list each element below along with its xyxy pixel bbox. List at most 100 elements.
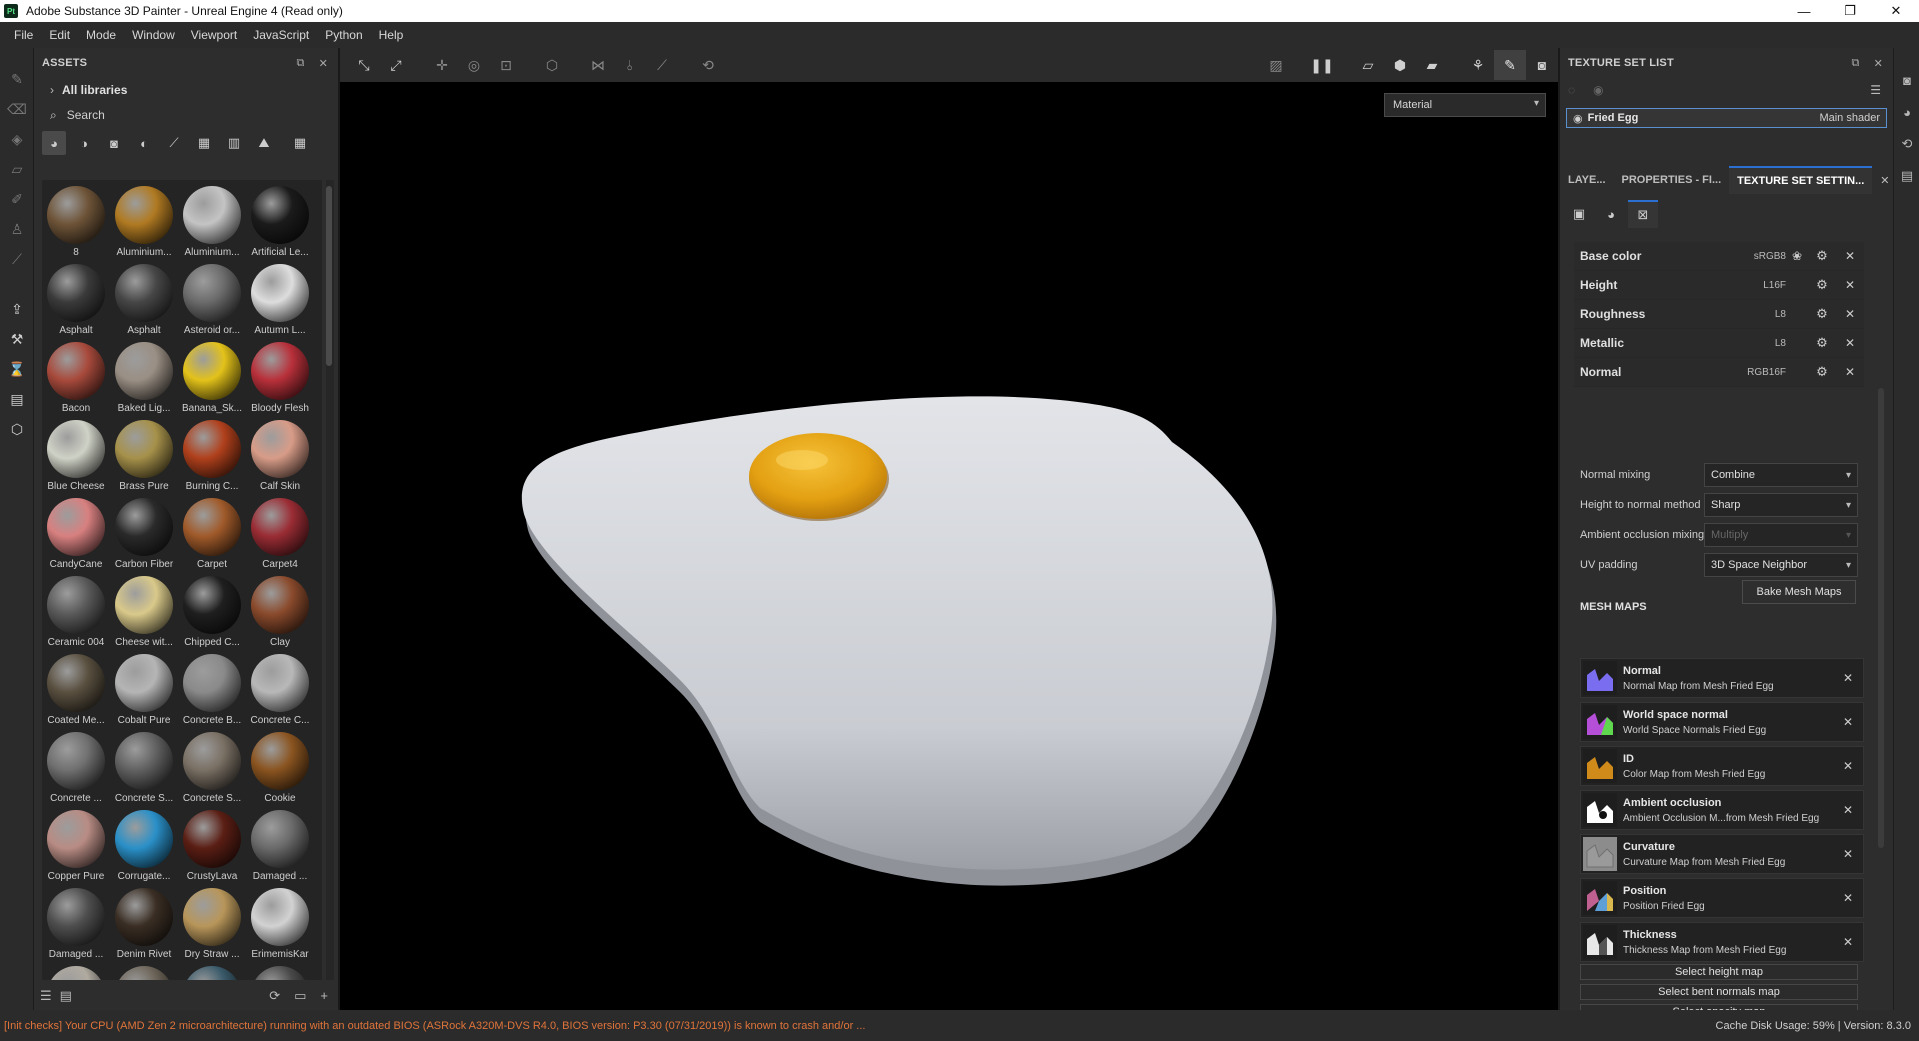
asset-tile[interactable]: Burning C... [178,418,246,496]
mesh-map-row[interactable]: Thickness Thickness Map from Mesh Fried E… [1580,922,1864,962]
align-icon[interactable]: ⫰ [614,50,646,80]
scrollbar-thumb[interactable] [1878,388,1884,848]
asset-tile[interactable] [178,964,246,980]
transform-icon[interactable]: ⤡ [348,50,380,80]
mesh-map-row[interactable]: Position Position Fried Egg ✕ [1580,878,1864,918]
asset-tile[interactable]: Blue Cheese [42,418,110,496]
asset-tile[interactable]: ErimemisKar [246,886,314,964]
menu-help[interactable]: Help [371,28,412,42]
menu-viewport[interactable]: Viewport [183,28,245,42]
mesh-map-row[interactable]: World space normal World Space Normals Fr… [1580,702,1864,742]
float-panel-icon[interactable]: ⧉ [297,57,305,70]
masks-filter-icon[interactable]: ◙ [102,131,126,155]
materials-filter-icon[interactable]: ◕ [42,131,66,155]
clear-map-icon[interactable]: ✕ [1843,803,1853,817]
channel-row[interactable]: Base color sRGB8 ❀ ⚙ ✕ [1574,242,1864,271]
screenshot-icon[interactable]: ◙ [1526,50,1558,80]
asset-tile[interactable]: Carbon Fiber [110,496,178,574]
channel-row[interactable]: Normal RGB16F ⚙ ✕ [1574,358,1864,387]
channel-row[interactable]: Metallic L8 ⚙ ✕ [1574,329,1864,358]
uv-subtab-icon[interactable]: ⊠ [1628,200,1658,228]
mesh-map-row[interactable]: Curvature Curvature Map from Mesh Fried E… [1580,834,1864,874]
reset-icon[interactable]: ⟲ [692,50,724,80]
gear-icon[interactable]: ⚙ [1808,306,1836,322]
channel-row[interactable]: Roughness L8 ⚙ ✕ [1574,300,1864,329]
snap-icon[interactable]: ⟋ [646,50,678,80]
asset-tile[interactable]: Damaged ... [42,886,110,964]
menu-javascript[interactable]: JavaScript [245,28,317,42]
tab-properties[interactable]: PROPERTIES - FI... [1614,174,1730,186]
polygon-fill-icon[interactable]: ▱ [0,154,34,184]
eraser-icon[interactable]: ⌫ [0,94,34,124]
shader-name[interactable]: Main shader [1819,112,1880,124]
close-icon[interactable]: ✕ [1873,0,1919,22]
smart-materials-filter-icon[interactable]: ◑ [72,131,96,155]
search-input[interactable]: ⌕ Search [34,102,338,128]
3d-view-icon[interactable]: ⬢ [1384,50,1416,80]
clear-map-icon[interactable]: ✕ [1843,759,1853,773]
asset-tile[interactable]: Concrete C... [246,652,314,730]
bake-icon[interactable]: ⚒ [0,324,34,354]
procedurals-filter-icon[interactable]: ▥ [222,131,246,155]
textures-filter-icon[interactable]: ▦ [192,131,216,155]
asset-tile[interactable]: Asphalt [42,262,110,340]
restore-icon[interactable]: ❐ [1827,0,1873,22]
pause-icon[interactable]: ❚❚ [1306,50,1338,80]
remove-channel-icon[interactable]: ✕ [1836,365,1864,379]
remove-channel-icon[interactable]: ✕ [1836,278,1864,292]
tab-texture-set-settings[interactable]: TEXTURE SET SETTIN... [1729,166,1873,194]
list-view-icon[interactable]: ☰ [40,988,52,1004]
history-icon[interactable]: ⟲ [1894,128,1919,160]
projection-icon[interactable]: ◈ [0,124,34,154]
symmetry-icon[interactable]: ⋈ [582,50,614,80]
clear-map-icon[interactable]: ✕ [1843,671,1853,685]
asset-tile[interactable]: Damaged ... [246,808,314,886]
asset-tile[interactable]: Carpet [178,496,246,574]
asset-tile[interactable] [42,964,110,980]
channel-format[interactable]: L8 [1736,309,1786,320]
select-bent-normals-map-button[interactable]: Select bent normals map [1580,984,1858,1000]
asset-tile[interactable]: Aluminium... [178,184,246,262]
asset-tile[interactable]: Banana_Sk... [178,340,246,418]
camera-icon[interactable]: ▰ [1416,50,1448,80]
asset-tile[interactable]: CrustyLava [178,808,246,886]
brushes-filter-icon[interactable]: ⟋ [162,131,186,155]
status-warning[interactable]: [Init checks] Your CPU (AMD Zen 2 microa… [4,1020,865,1032]
grid-view-icon[interactable]: ▦ [288,131,312,155]
asset-tile[interactable]: Bacon [42,340,110,418]
rotate-icon[interactable]: ◎ [458,50,490,80]
normal-mixing-select[interactable]: Combine ▾ [1704,463,1858,487]
3d-viewport[interactable]: y x z [340,82,1854,1041]
remove-channel-icon[interactable]: ✕ [1836,336,1864,350]
color-picker-icon[interactable]: ⟋ [0,244,34,274]
channel-row[interactable]: Height L16F ⚙ ✕ [1574,271,1864,300]
move-icon[interactable]: ✛ [426,50,458,80]
eye-icon[interactable]: ◉ [1593,83,1603,97]
asset-tile[interactable]: Coated Me... [42,652,110,730]
asset-tile[interactable]: Cobalt Pure [110,652,178,730]
gear-icon[interactable]: ⚙ [1808,277,1836,293]
gear-icon[interactable]: ⚙ [1808,364,1836,380]
mesh-map-row[interactable]: ID Color Map from Mesh Fried Egg ✕ [1580,746,1864,786]
mesh-map-row[interactable]: Ambient occlusion Ambient Occlusion M...f… [1580,790,1864,830]
assets-scrollbar[interactable] [326,180,334,980]
asset-tile[interactable]: Artificial Le... [246,184,314,262]
texture-set-icon[interactable]: ◙ [1894,64,1919,96]
scrollbar-thumb[interactable] [326,186,332,366]
remove-channel-icon[interactable]: ✕ [1836,249,1864,263]
paint-brush-icon[interactable]: ✎ [0,64,34,94]
menu-window[interactable]: Window [124,28,183,42]
channel-format[interactable]: sRGB8 [1736,251,1786,262]
asset-tile[interactable]: Corrugate... [110,808,178,886]
mesh-map-row[interactable]: Normal Normal Map from Mesh Fried Egg ✕ [1580,658,1864,698]
clone-stamp-icon[interactable]: ♙ [0,214,34,244]
menu-file[interactable]: File [6,28,41,42]
asset-tile[interactable]: Ceramic 004 [42,574,110,652]
asset-tile[interactable]: 8 [42,184,110,262]
minimize-icon[interactable]: — [1781,0,1827,22]
clear-map-icon[interactable]: ✕ [1843,891,1853,905]
asset-tile[interactable]: Concrete ... [42,730,110,808]
log-icon[interactable]: ▤ [1894,160,1919,192]
close-panel-icon[interactable]: ✕ [1874,57,1883,70]
asset-tile[interactable]: Cookie [246,730,314,808]
